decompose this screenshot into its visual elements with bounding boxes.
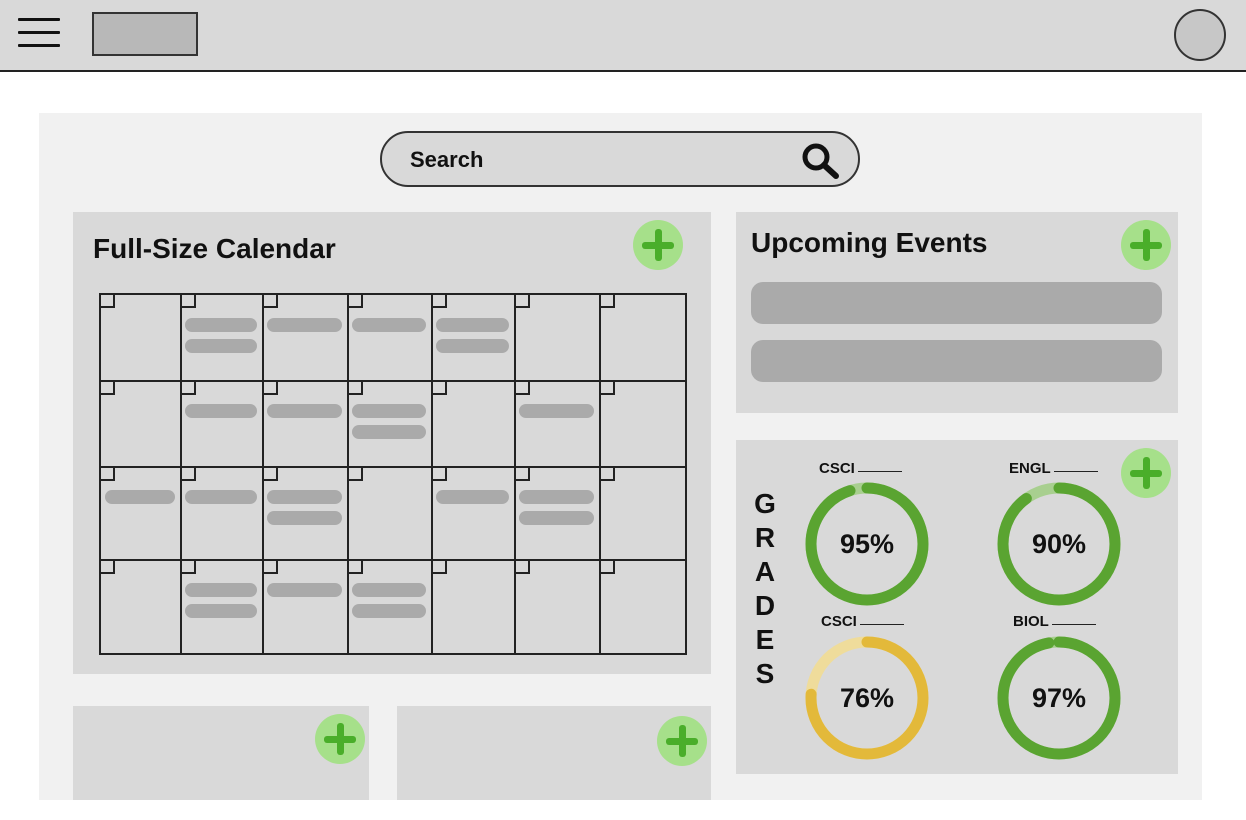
search-icon[interactable] xyxy=(800,142,840,180)
calendar-day-marker[interactable] xyxy=(432,467,447,481)
calendar-day-marker[interactable] xyxy=(432,560,447,574)
grade-ring-gauge[interactable]: 97% xyxy=(995,634,1123,762)
calendar-day-marker[interactable] xyxy=(515,294,530,308)
calendar-event[interactable] xyxy=(352,318,426,332)
calendar-event[interactable] xyxy=(436,339,509,353)
calendar-event[interactable] xyxy=(267,583,342,597)
grade-course-label: CSCI xyxy=(821,613,904,630)
calendar-day-marker[interactable] xyxy=(432,294,447,308)
calendar-day-marker[interactable] xyxy=(263,294,278,308)
calendar-day-marker[interactable] xyxy=(181,381,196,395)
calendar-event[interactable] xyxy=(185,404,257,418)
grades-vertical-label: G R A D E S xyxy=(754,488,776,689)
upcoming-event-item[interactable] xyxy=(751,340,1162,382)
calendar-event[interactable] xyxy=(105,490,175,504)
calendar-event[interactable] xyxy=(267,404,342,418)
grade-course-label: ENGL xyxy=(1009,460,1098,477)
calendar-event[interactable] xyxy=(185,318,257,332)
calendar-day-marker[interactable] xyxy=(600,467,615,481)
search-input[interactable]: Search xyxy=(410,147,483,173)
calendar-day-marker[interactable] xyxy=(263,560,278,574)
calendar-day-marker[interactable] xyxy=(100,467,115,481)
calendar-day-marker[interactable] xyxy=(348,560,363,574)
grade-course-label: BIOL xyxy=(1013,613,1096,630)
grade-percent: 90% xyxy=(1031,529,1087,559)
calendar-day-marker[interactable] xyxy=(600,294,615,308)
calendar-day-marker[interactable] xyxy=(348,294,363,308)
calendar-grid xyxy=(99,293,687,655)
calendar-event[interactable] xyxy=(519,404,594,418)
grade-percent: 95% xyxy=(839,529,895,559)
calendar-event[interactable] xyxy=(519,490,594,504)
calendar-day-marker[interactable] xyxy=(263,467,278,481)
calendar-event[interactable] xyxy=(267,511,342,525)
calendar-day-marker[interactable] xyxy=(100,381,115,395)
calendar-day-marker[interactable] xyxy=(100,294,115,308)
calendar-event[interactable] xyxy=(185,490,257,504)
widget-2-add-plus-icon[interactable] xyxy=(657,716,707,766)
calendar-event[interactable] xyxy=(436,318,509,332)
calendar-event[interactable] xyxy=(519,511,594,525)
grade-ring-gauge[interactable]: 90% xyxy=(995,480,1123,608)
calendar-event[interactable] xyxy=(352,583,426,597)
upcoming-add-plus-icon[interactable] xyxy=(1121,220,1171,270)
upcoming-events-title: Upcoming Events xyxy=(751,227,988,258)
calendar-day-marker[interactable] xyxy=(100,560,115,574)
calendar-event[interactable] xyxy=(352,425,426,439)
calendar-event[interactable] xyxy=(267,318,342,332)
calendar-event[interactable] xyxy=(352,404,426,418)
hamburger-menu-icon[interactable] xyxy=(18,16,60,50)
grade-percent: 97% xyxy=(1031,683,1087,713)
calendar-title: Full-Size Calendar xyxy=(93,233,336,264)
upcoming-event-item[interactable] xyxy=(751,282,1162,324)
calendar-day-marker[interactable] xyxy=(181,467,196,481)
calendar-add-plus-icon[interactable] xyxy=(633,220,683,270)
calendar-day-marker[interactable] xyxy=(515,381,530,395)
calendar-event[interactable] xyxy=(352,604,426,618)
search-bar[interactable]: Search xyxy=(380,131,860,187)
grade-percent: 76% xyxy=(839,683,895,713)
calendar-event[interactable] xyxy=(436,490,509,504)
widget-1-add-plus-icon[interactable] xyxy=(315,714,365,764)
grade-ring-gauge[interactable]: 95% xyxy=(803,480,931,608)
logo-placeholder[interactable] xyxy=(92,12,198,56)
grades-add-plus-icon[interactable] xyxy=(1121,448,1171,498)
calendar-day-marker[interactable] xyxy=(600,381,615,395)
calendar-day-marker[interactable] xyxy=(600,560,615,574)
calendar-event[interactable] xyxy=(185,583,257,597)
calendar-day-marker[interactable] xyxy=(515,467,530,481)
calendar-day-marker[interactable] xyxy=(348,381,363,395)
calendar-day-marker[interactable] xyxy=(181,294,196,308)
top-bar xyxy=(0,0,1246,72)
calendar-day-marker[interactable] xyxy=(263,381,278,395)
grade-course-label: CSCI xyxy=(819,460,902,477)
user-avatar-icon[interactable] xyxy=(1174,9,1226,61)
calendar-day-marker[interactable] xyxy=(348,467,363,481)
calendar-day-marker[interactable] xyxy=(432,381,447,395)
calendar-event[interactable] xyxy=(185,339,257,353)
calendar-day-marker[interactable] xyxy=(515,560,530,574)
calendar-event[interactable] xyxy=(267,490,342,504)
calendar-event[interactable] xyxy=(185,604,257,618)
calendar-day-marker[interactable] xyxy=(181,560,196,574)
grade-ring-gauge[interactable]: 76% xyxy=(803,634,931,762)
